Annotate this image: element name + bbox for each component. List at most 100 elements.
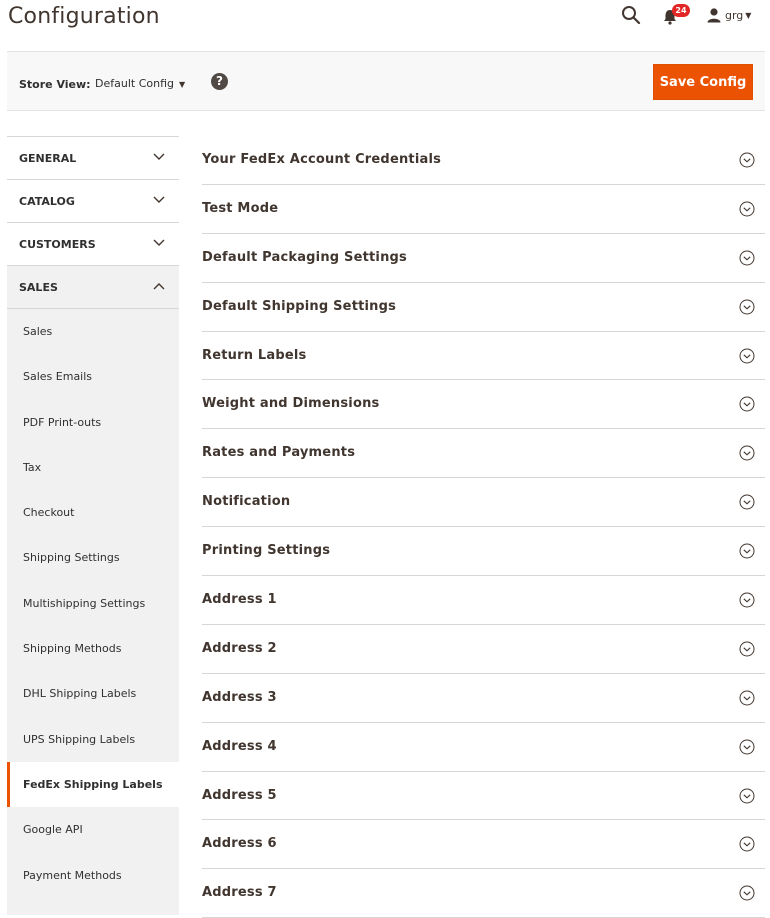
expand-circle-icon [739,250,755,266]
expand-circle-icon [739,201,755,217]
store-view-label: Store View: [19,78,91,91]
config-sections: Your FedEx Account Credentials Test Mode… [202,136,765,918]
sidebar-item-multishipping-settings[interactable]: Multishipping Settings [7,581,179,626]
user-icon [707,8,721,23]
expand-circle-icon [739,348,755,364]
section-address-4[interactable]: Address 4 [202,723,765,772]
chevron-down-icon [153,239,165,246]
section-title: Address 5 [202,787,277,803]
sidebar-item-label: Google API [23,823,83,837]
section-test-mode[interactable]: Test Mode [202,185,765,234]
tab-label: GENERAL [19,152,77,165]
sidebar-item-label: Payment Methods [23,868,122,882]
section-title: Default Packaging Settings [202,249,407,265]
expand-circle-icon [739,836,755,852]
section-title: Address 6 [202,836,277,852]
user-name: grg [725,8,744,22]
section-default-packaging-settings[interactable]: Default Packaging Settings [202,234,765,283]
expand-circle-icon [739,494,755,510]
sidebar-item-label: Shipping Settings [23,551,120,565]
section-return-labels[interactable]: Return Labels [202,332,765,381]
section-title: Weight and Dimensions [202,396,380,412]
section-notification[interactable]: Notification [202,478,765,528]
search-icon [622,6,641,25]
sidebar-item-shipping-methods[interactable]: Shipping Methods [7,626,179,671]
section-address-7[interactable]: Address 7 [202,869,765,918]
tab-label: SALES [19,281,58,294]
store-view-value: Default Config [95,77,174,90]
tab-customers[interactable]: CUSTOMERS [7,223,179,266]
store-view-switcher[interactable]: Default Config ▼ [95,77,185,90]
tab-label: CUSTOMERS [19,238,96,251]
caret-down-icon: ▼ [745,10,752,20]
sidebar-item-shipping-settings[interactable]: Shipping Settings [7,535,179,580]
sidebar-item-label: Checkout [23,506,75,520]
sidebar-item-pdf-print-outs[interactable]: PDF Print-outs [7,400,179,445]
expand-circle-icon [739,885,755,901]
tab-sales[interactable]: SALES [7,266,179,309]
section-title: Your FedEx Account Credentials [202,152,442,167]
sidebar-item-ups-shipping-labels[interactable]: UPS Shipping Labels [7,717,179,762]
section-address-6[interactable]: Address 6 [202,820,765,870]
expand-circle-icon [739,690,755,706]
section-title: Address 2 [202,640,277,656]
sidebar-item-tax[interactable]: Tax [7,445,179,490]
sidebar-item-label: Sales [23,325,53,338]
section-title: Rates and Payments [202,445,356,461]
sidebar-item-sales[interactable]: Sales [7,309,179,354]
sidebar-item-label: Tax [23,460,42,474]
sidebar-item-checkout[interactable]: Checkout [7,490,179,535]
chevron-up-icon [153,283,165,290]
page-title: Configuration [8,4,160,29]
section-weight-and-dimensions[interactable]: Weight and Dimensions [202,380,765,430]
expand-circle-icon [739,788,755,804]
expand-circle-icon [739,592,755,608]
section-title: Printing Settings [202,543,331,559]
search-button[interactable] [620,4,642,26]
section-rates-and-payments[interactable]: Rates and Payments [202,429,765,479]
section-title: Address 1 [202,592,277,608]
expand-circle-icon [739,445,755,461]
expand-circle-icon [739,543,755,559]
section-title: Address 4 [202,738,277,754]
tab-label: CATALOG [19,195,75,208]
sidebar-item-label: DHL Shipping Labels [23,687,137,701]
sidebar-item-payment-methods[interactable]: Payment Methods [7,853,179,898]
section-address-1[interactable]: Address 1 [202,576,765,625]
section-title: Address 3 [202,689,277,705]
section-title: Test Mode [202,200,279,216]
user-menu-button[interactable]: grg ▼ [706,5,751,25]
sidebar-item-google-api[interactable]: Google API [7,807,179,852]
section-address-3[interactable]: Address 3 [202,674,765,723]
sidebar-item-label: Sales Emails [23,370,93,384]
caret-down-icon: ▼ [178,80,186,89]
expand-circle-icon [739,152,755,168]
section-address-2[interactable]: Address 2 [202,625,765,674]
config-sidebar: GENERAL CATALOG CUSTOMERS SALES Sales Sa… [7,136,179,915]
store-view-bar: Store View: Default Config ▼ ? Save Confi… [7,51,765,111]
sidebar-item-fedex-shipping-labels[interactable]: FedEx Shipping Labels [7,761,179,808]
section-address-5[interactable]: Address 5 [202,772,765,821]
section-default-shipping-settings[interactable]: Default Shipping Settings [202,283,765,332]
sidebar-item-label: PDF Print-outs [23,415,102,429]
chevron-down-icon [153,196,165,203]
sidebar-item-sales-emails[interactable]: Sales Emails [7,354,179,399]
section-title: Default Shipping Settings [202,298,397,314]
notifications-button[interactable]: 24 [662,4,692,28]
tab-general[interactable]: GENERAL [7,137,179,180]
expand-circle-icon [739,641,755,657]
section-title: Return Labels [202,347,307,363]
sidebar-item-label: UPS Shipping Labels [23,732,136,746]
section-title: Notification [202,494,291,510]
sidebar-item-label: Multishipping Settings [23,596,146,610]
expand-circle-icon [739,396,755,412]
section-title: Address 7 [202,885,277,901]
sidebar-item-dhl-shipping-labels[interactable]: DHL Shipping Labels [7,671,179,716]
section-printing-settings[interactable]: Printing Settings [202,527,765,577]
sidebar-item-label: Shipping Methods [23,642,122,656]
section-fedex-account-credentials[interactable]: Your FedEx Account Credentials [202,136,765,185]
sidebar-item-label: FedEx Shipping Labels [23,777,163,791]
tab-catalog[interactable]: CATALOG [7,180,179,223]
save-config-button[interactable]: Save Config [653,64,753,100]
help-icon[interactable]: ? [211,73,228,90]
